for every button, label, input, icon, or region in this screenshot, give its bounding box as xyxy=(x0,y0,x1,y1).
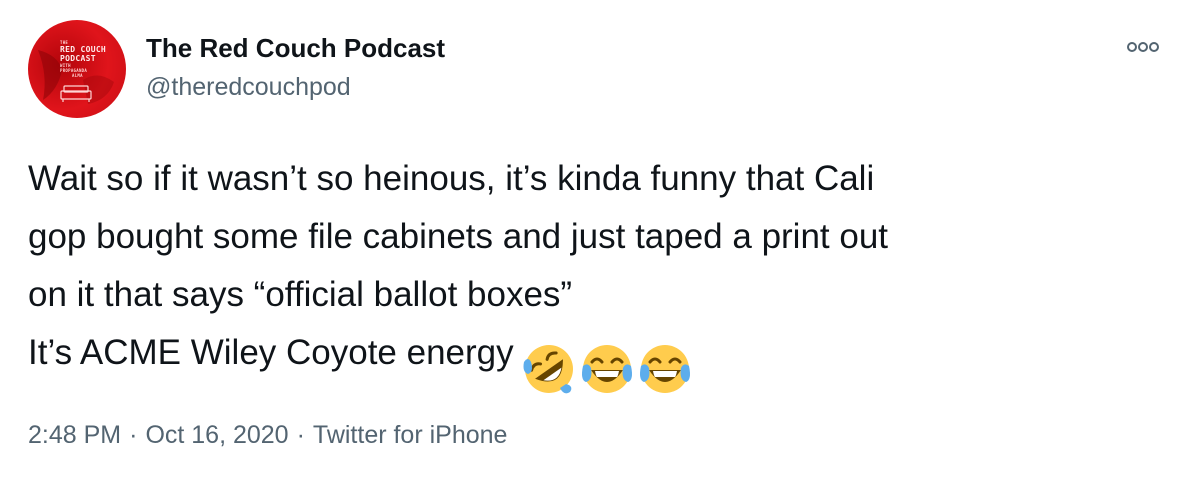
tweet-date[interactable]: Oct 16, 2020 xyxy=(145,421,288,449)
avatar-logo-text: THE RED COUCH PODCAST WITH PROPAGANDA AL… xyxy=(60,40,107,78)
tweet-meta: 2:48 PM · Oct 16, 2020 · Twitter for iPhone xyxy=(28,421,507,450)
tweet-text-line-last: It’s ACME Wiley Coyote energy xyxy=(28,324,1168,394)
tweet-time[interactable]: 2:48 PM xyxy=(28,421,121,449)
face-with-tears-of-joy-emoji xyxy=(581,344,632,393)
rolling-on-floor-laughing-emoji xyxy=(523,344,573,394)
meta-separator: · xyxy=(296,421,305,449)
tweet-card: THE RED COUCH PODCAST WITH PROPAGANDA AL… xyxy=(0,0,1190,486)
tweet-text-line: It’s ACME Wiley Coyote energy xyxy=(28,333,514,372)
meta-separator: · xyxy=(129,421,138,449)
avatar[interactable]: THE RED COUCH PODCAST WITH PROPAGANDA AL… xyxy=(28,20,126,118)
face-with-tears-of-joy-emoji xyxy=(639,344,690,393)
tweet-text-line: gop bought some file cabinets and just t… xyxy=(28,217,889,256)
tweet-source[interactable]: Twitter for iPhone xyxy=(313,421,508,449)
more-options-icon[interactable] xyxy=(1125,36,1161,58)
display-name[interactable]: The Red Couch Podcast xyxy=(146,33,445,64)
tweet-text-line: Wait so if it wasn’t so heinous, it’s ki… xyxy=(28,159,875,198)
tweet-text-line: on it that says “official ballot boxes” xyxy=(28,275,573,314)
emoji-group xyxy=(522,338,696,396)
user-handle[interactable]: @theredcouchpod xyxy=(146,73,351,102)
tweet-text: Wait so if it wasn’t so heinous, it’s ki… xyxy=(28,150,1168,394)
